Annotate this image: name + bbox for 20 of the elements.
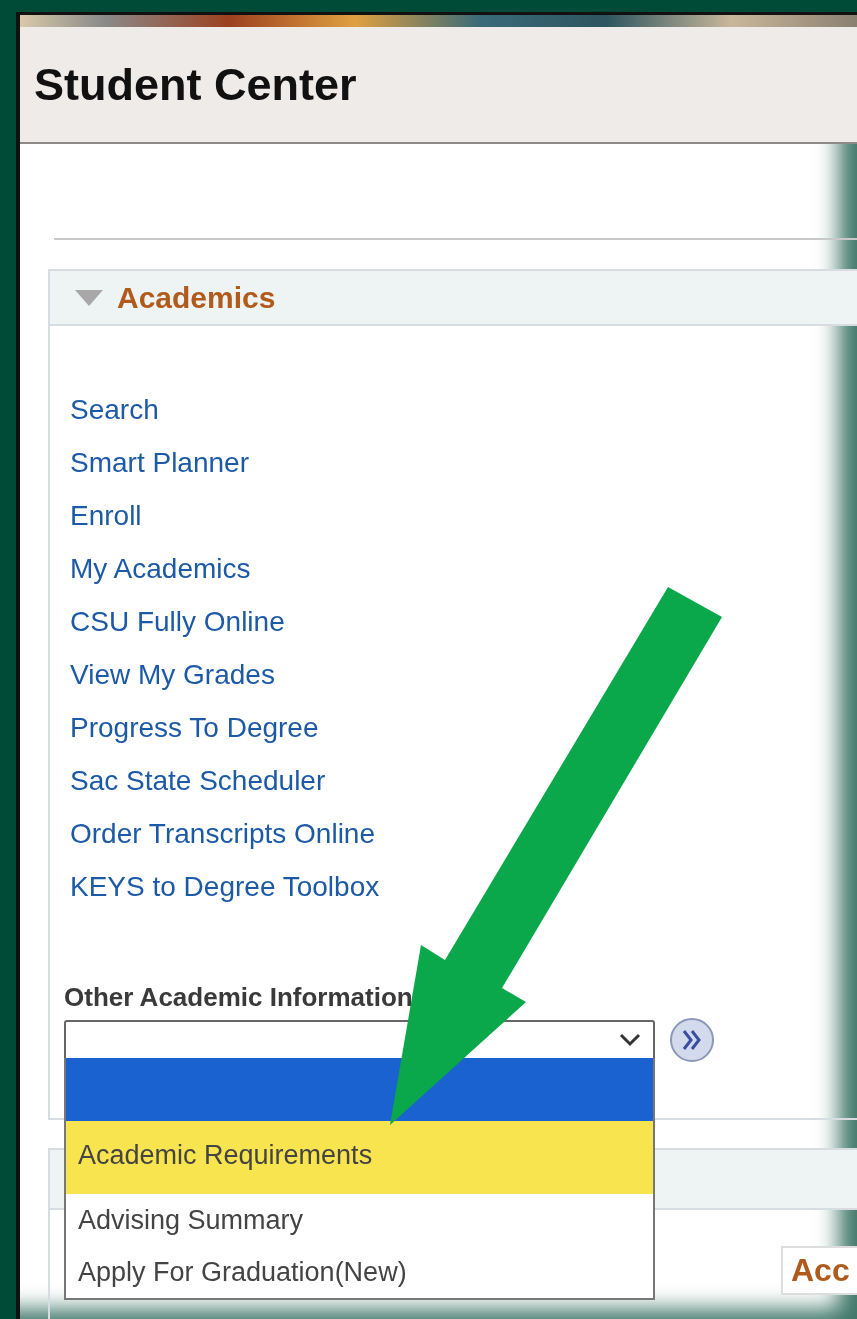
nav-link[interactable]: CSU Fully Online [70, 604, 285, 639]
dropdown-option[interactable]: Advising Summary [66, 1194, 653, 1246]
panel-header[interactable]: Academics [50, 271, 857, 326]
nav-link[interactable]: Search [70, 392, 159, 427]
nav-link[interactable]: My Academics [70, 551, 251, 586]
page-title: Student Center [34, 58, 357, 111]
nav-link[interactable]: Progress To Degree [70, 710, 319, 745]
go-button[interactable] [669, 1017, 715, 1063]
field-label: Other Academic Information [64, 982, 414, 1013]
nav-link[interactable]: Smart Planner [70, 445, 249, 480]
chevron-down-icon [619, 1033, 641, 1047]
nav-link[interactable]: Order Transcripts Online [70, 816, 375, 851]
section-title: Academics [117, 280, 276, 315]
nav-link[interactable]: View My Grades [70, 657, 275, 692]
nav-link[interactable]: Enroll [70, 498, 142, 533]
nav-link[interactable]: KEYS to Degree Toolbox [70, 869, 380, 904]
section-heading: Acc [781, 1246, 857, 1295]
nav-link[interactable]: Sac State Scheduler [70, 763, 326, 798]
dropdown-option[interactable]: Apply For Graduation(New) [66, 1246, 653, 1298]
dropdown-option[interactable]: Academic Requirements [66, 1121, 653, 1194]
